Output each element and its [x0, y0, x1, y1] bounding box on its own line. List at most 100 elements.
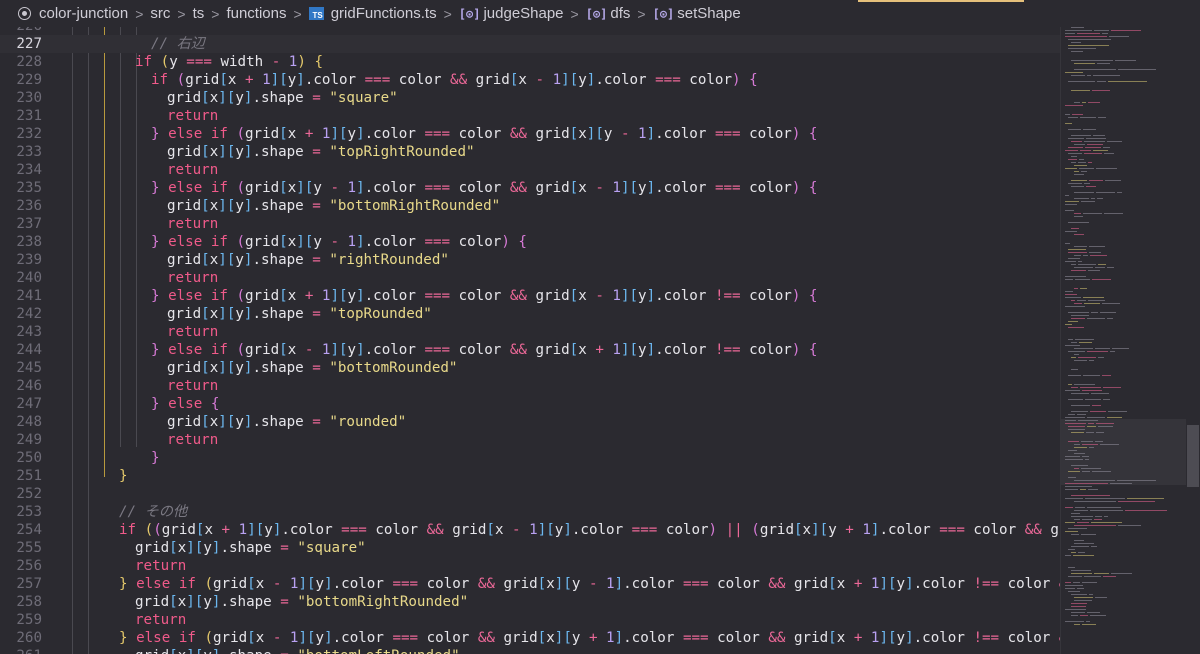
- breadcrumb-folder-ts[interactable]: ts: [193, 5, 205, 22]
- code-line[interactable]: 237 return: [0, 215, 1060, 233]
- breadcrumb-repo[interactable]: color-junction: [18, 5, 128, 22]
- line-number: 229: [16, 72, 42, 88]
- code-line[interactable]: 229 if (grid[x + 1][y].color === color &&…: [0, 71, 1060, 89]
- scrollbar-thumb[interactable]: [1187, 425, 1199, 487]
- minimap-line: [1084, 576, 1101, 577]
- code-line[interactable]: 244} else if (grid[x - 1][y].color === c…: [0, 341, 1060, 359]
- code-line[interactable]: 235} else if (grid[x][y - 1].color === c…: [0, 179, 1060, 197]
- code-token: grid: [167, 252, 202, 268]
- minimap-line: [1071, 135, 1091, 136]
- minimap-line: [1074, 468, 1079, 469]
- vertical-scrollbar[interactable]: [1186, 27, 1200, 654]
- breadcrumb-symbol-setShape[interactable]: [⊙] setShape: [653, 5, 741, 22]
- code-token: }: [151, 234, 160, 250]
- minimap-line: [1081, 201, 1095, 202]
- minimap-line: [1065, 498, 1083, 499]
- minimap-line: [1074, 510, 1088, 511]
- code-line[interactable]: 228 if (y === width - 1) {: [0, 53, 1060, 71]
- code-token: [: [169, 540, 178, 556]
- code-token: ===: [939, 522, 965, 538]
- minimap-line: [1082, 456, 1089, 457]
- code-token: [: [569, 126, 579, 142]
- minimap-line: [1091, 522, 1122, 523]
- code-token: ===: [631, 522, 658, 538]
- code-line[interactable]: 260} else if (grid[x - 1][y].color === c…: [0, 629, 1060, 647]
- code-token: 1: [606, 576, 615, 592]
- code-text: // その他: [119, 503, 187, 521]
- code-token: x: [209, 414, 219, 430]
- code-token: y: [264, 522, 273, 538]
- code-token: .color: [623, 576, 683, 592]
- code-line[interactable]: 233 grid[x][y].shape = "topRightRounded": [0, 143, 1060, 161]
- code-line[interactable]: 247} else {: [0, 395, 1060, 413]
- code-token: y: [578, 72, 587, 88]
- code-token: ): [501, 234, 510, 250]
- code-line[interactable]: 257} else if (grid[x - 1][y].color === c…: [0, 575, 1060, 593]
- code-token: x: [578, 342, 596, 358]
- code-line[interactable]: 249 return: [0, 431, 1060, 449]
- code-line[interactable]: 243 return: [0, 323, 1060, 341]
- minimap-line: [1103, 576, 1116, 577]
- code-token: ]: [811, 522, 820, 538]
- code-line[interactable]: 253 // その他: [0, 503, 1060, 521]
- minimap-line: [1068, 399, 1083, 400]
- breadcrumb-folder-src[interactable]: src: [150, 5, 170, 22]
- minimap-line: [1065, 150, 1078, 151]
- code-line[interactable]: 261grid[x][y].shape = "bottomLeftRounded…: [0, 647, 1060, 654]
- code-line[interactable]: 226: [0, 27, 1060, 35]
- code-token: else: [168, 234, 203, 250]
- code-token: ]: [218, 414, 227, 430]
- code-token: =: [280, 594, 289, 610]
- line-number: 251: [16, 468, 42, 484]
- chevron-right-icon: >: [135, 5, 144, 22]
- code-line[interactable]: 245 grid[x][y].shape = "bottomRounded": [0, 359, 1060, 377]
- code-line[interactable]: 241} else if (grid[x + 1][y].color === c…: [0, 287, 1060, 305]
- code-line[interactable]: 230 grid[x][y].shape = "square": [0, 89, 1060, 107]
- minimap-line: [1098, 117, 1106, 118]
- minimap-line: [1093, 75, 1120, 76]
- code-line[interactable]: 239 grid[x][y].shape = "rightRounded": [0, 251, 1060, 269]
- code-line[interactable]: 240 return: [0, 269, 1060, 287]
- code-text: return: [167, 323, 218, 341]
- line-number: 259: [16, 612, 42, 628]
- code-line[interactable]: 238} else if (grid[x][y - 1].color === c…: [0, 233, 1060, 251]
- code-line[interactable]: 231 return: [0, 107, 1060, 125]
- minimap-line: [1118, 501, 1155, 502]
- code-line[interactable]: 259 return: [0, 611, 1060, 629]
- code-token: grid: [526, 180, 570, 196]
- minimap-line: [1065, 123, 1072, 124]
- code-token: &&: [1024, 522, 1042, 538]
- minimap-line: [1078, 264, 1096, 265]
- code-line[interactable]: 256 return: [0, 557, 1060, 575]
- code-line[interactable]: 252: [0, 485, 1060, 503]
- code-line[interactable]: 248 grid[x][y].shape = "rounded": [0, 413, 1060, 431]
- code-token: y: [313, 180, 331, 196]
- code-line[interactable]: 236 grid[x][y].shape = "bottomRightRounde…: [0, 197, 1060, 215]
- minimap[interactable]: [1060, 27, 1187, 654]
- code-text: return: [135, 611, 186, 629]
- code-line[interactable]: 255 grid[x][y].shape = "square": [0, 539, 1060, 557]
- code-line[interactable]: 242 grid[x][y].shape = "topRounded": [0, 305, 1060, 323]
- breadcrumb-file[interactable]: TS gridFunctions.ts: [308, 5, 437, 22]
- code-token: [: [201, 90, 210, 106]
- code-line[interactable]: 234 return: [0, 161, 1060, 179]
- code-token: &&: [477, 630, 495, 646]
- code-line[interactable]: 254 if ((grid[x + 1][y].color === color &…: [0, 521, 1060, 539]
- code-line[interactable]: 232} else if (grid[x + 1][y].color === c…: [0, 125, 1060, 143]
- code-line[interactable]: 246 return: [0, 377, 1060, 395]
- minimap-line: [1111, 573, 1132, 574]
- code-token: .color: [364, 180, 425, 196]
- code-line[interactable]: 251}: [0, 467, 1060, 485]
- code-token: (: [236, 342, 245, 358]
- breadcrumb-folder-functions[interactable]: functions: [226, 5, 286, 22]
- breadcrumb-symbol-dfs[interactable]: [⊙] dfs: [586, 5, 631, 22]
- code-line[interactable]: 227 // 右辺: [0, 35, 1060, 53]
- breadcrumb-symbol-judgeShape[interactable]: [⊙] judgeShape: [459, 5, 564, 22]
- code-token: grid: [161, 522, 196, 538]
- code-line[interactable]: 250}: [0, 449, 1060, 467]
- code-token: ===: [424, 126, 451, 142]
- code-area[interactable]: 226227// 右辺228if (y === width - 1) {229i…: [0, 27, 1060, 654]
- code-token: [: [828, 576, 837, 592]
- code-line[interactable]: 258 grid[x][y].shape = "bottomRightRounde…: [0, 593, 1060, 611]
